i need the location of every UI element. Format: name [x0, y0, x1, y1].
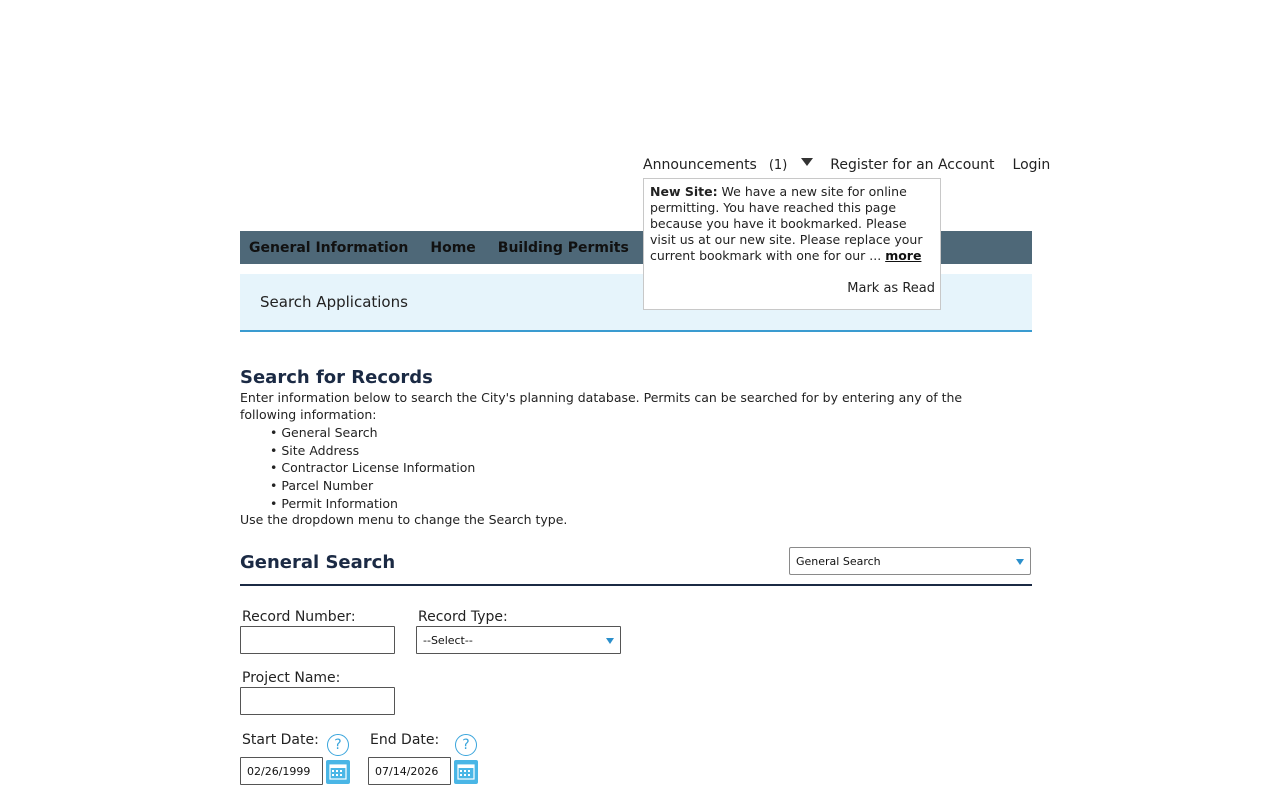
page-title: Search for Records	[240, 367, 433, 388]
record-number-label: Record Number:	[242, 609, 356, 625]
list-item: General Search	[270, 424, 475, 442]
section-divider	[240, 584, 1032, 586]
announcement-text: New Site: We have a new site for online …	[650, 184, 934, 264]
end-date-input[interactable]	[368, 757, 451, 785]
search-type-value: General Search	[796, 555, 881, 568]
end-date-label: End Date:	[370, 732, 440, 748]
search-type-select[interactable]: General Search	[789, 547, 1031, 575]
nav-item-building-permits[interactable]: Building Permits	[498, 240, 629, 256]
announcements-count: (1)	[768, 157, 788, 173]
top-links: Announcements (1) Register for an Accoun…	[643, 156, 1050, 174]
nav-item-home[interactable]: Home	[430, 240, 475, 256]
login-link[interactable]: Login	[1013, 157, 1051, 173]
project-name-label: Project Name:	[242, 670, 341, 686]
announcements-link[interactable]: Announcements (1)	[643, 157, 814, 173]
record-number-input[interactable]	[240, 626, 395, 654]
record-type-select[interactable]: --Select--	[416, 626, 621, 654]
dropdown-arrow-icon	[606, 638, 614, 644]
help-icon[interactable]: ?	[327, 734, 349, 756]
list-item: Parcel Number	[270, 477, 475, 495]
record-type-label: Record Type:	[418, 609, 508, 625]
announcement-more-link[interactable]: more	[885, 248, 921, 263]
list-item: Contractor License Information	[270, 459, 475, 477]
list-item: Permit Information	[270, 495, 475, 513]
section-title: General Search	[240, 552, 396, 573]
announcement-popup: New Site: We have a new site for online …	[643, 178, 941, 310]
intro-text: Enter information below to search the Ci…	[240, 390, 963, 422]
caret-down-icon[interactable]	[801, 158, 814, 166]
register-link[interactable]: Register for an Account	[830, 157, 994, 173]
announcements-label: Announcements	[643, 157, 757, 173]
project-name-input[interactable]	[240, 687, 395, 715]
help-icon[interactable]: ?	[455, 734, 477, 756]
start-date-input[interactable]	[240, 757, 323, 785]
dropdown-note: Use the dropdown menu to change the Sear…	[240, 512, 568, 527]
subheader-title: Search Applications	[260, 293, 408, 311]
announcement-title: New Site:	[650, 184, 718, 199]
start-date-label: Start Date:	[242, 732, 319, 748]
nav-item-general-information[interactable]: General Information	[249, 240, 408, 256]
calendar-icon[interactable]	[454, 760, 478, 784]
search-options-list: General Search Site Address Contractor L…	[270, 424, 475, 513]
record-type-value: --Select--	[423, 634, 473, 647]
dropdown-arrow-icon	[1016, 559, 1024, 565]
mark-as-read-link[interactable]: Mark as Read	[847, 281, 935, 297]
list-item: Site Address	[270, 442, 475, 460]
calendar-icon[interactable]	[326, 760, 350, 784]
